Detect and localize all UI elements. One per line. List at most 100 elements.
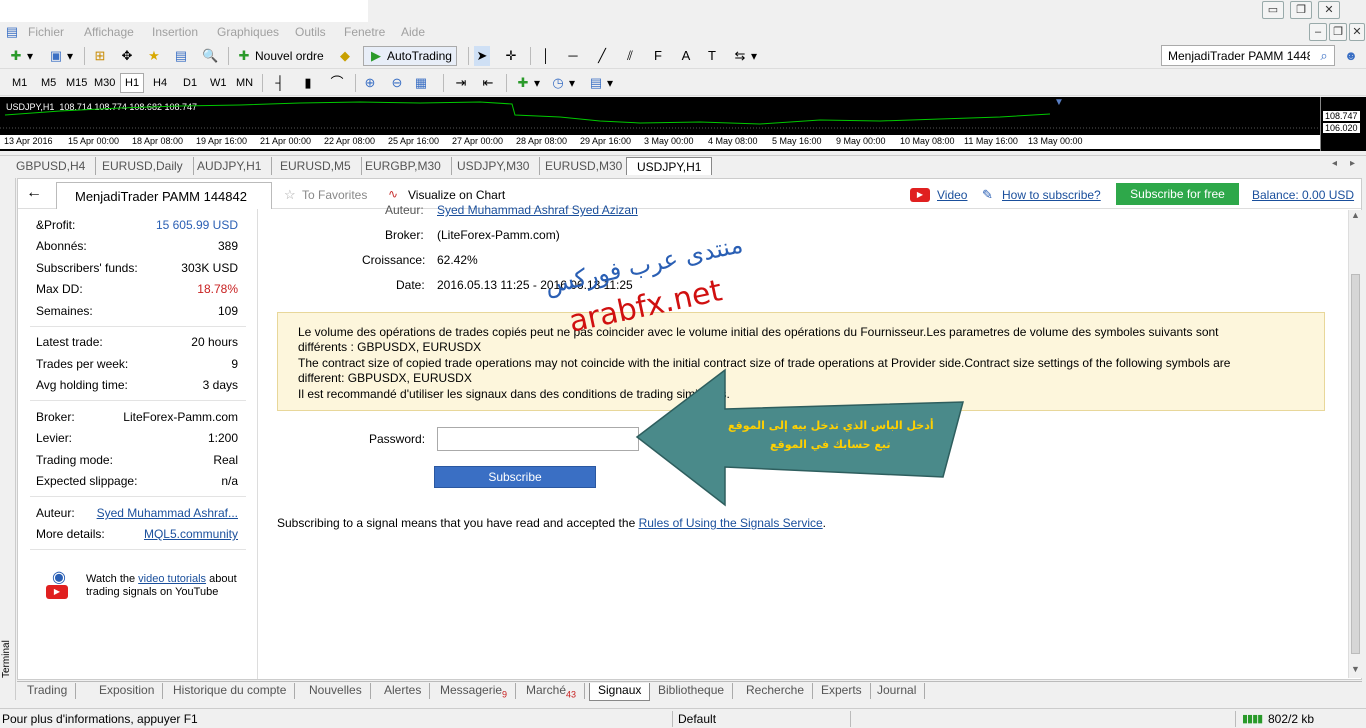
star-icon[interactable]: ☆ (284, 187, 296, 203)
chart-tab[interactable]: AUDJPY,H1 (187, 157, 273, 175)
search-icon[interactable]: ⌕ (1316, 48, 1332, 64)
menu-graphiques[interactable]: Graphiques (217, 25, 279, 39)
scroll-down-icon[interactable]: ▼ (1351, 664, 1360, 674)
indicators-icon[interactable]: ✚ ▾ (515, 73, 540, 93)
autotrading-button[interactable]: ▶ AutoTrading (363, 46, 457, 66)
tab-journal[interactable]: Journal (869, 683, 926, 699)
video-link[interactable]: Video (937, 188, 967, 202)
fibonacci-icon[interactable]: F (650, 46, 666, 66)
password-field[interactable] (437, 427, 639, 451)
mdi-minimize-icon[interactable]: – (1309, 23, 1327, 41)
horizontal-line-icon[interactable]: ─ (565, 46, 581, 66)
mdi-restore-icon[interactable]: ❐ (1329, 23, 1347, 41)
tf-d1[interactable]: D1 (183, 73, 197, 93)
label-icon[interactable]: T (704, 46, 720, 66)
crosshair-icon[interactable]: ✛ (503, 46, 519, 66)
tab-exposition[interactable]: Exposition (91, 683, 164, 699)
vertical-line-icon[interactable]: │ (538, 46, 554, 66)
new-order-button[interactable]: ✚ Nouvel ordre (236, 46, 324, 66)
search-box[interactable]: MenjadiTrader PAMM 1448 ⌕ (1161, 45, 1335, 66)
mql5-link[interactable]: MQL5.community (144, 527, 238, 541)
periods-icon[interactable]: ◷ ▾ (550, 73, 575, 93)
tf-h4[interactable]: H4 (153, 73, 167, 93)
back-arrow-icon[interactable]: ← (26, 184, 42, 202)
subscribe-free-button[interactable]: Subscribe for free (1116, 183, 1239, 205)
channel-icon[interactable]: ⫽ (622, 46, 638, 66)
menu-fenetre[interactable]: Fenetre (344, 25, 385, 39)
balance-link[interactable]: Balance: 0.00 USD (1252, 188, 1354, 202)
trendline-icon[interactable]: ╱ (594, 46, 610, 66)
tab-library[interactable]: Bibliotheque (650, 683, 734, 699)
signal-tab[interactable]: MenjadiTrader PAMM 144842 (56, 182, 272, 209)
mdi-close-icon[interactable]: ✕ (1349, 23, 1365, 41)
chart-tab-active[interactable]: USDJPY,H1 (626, 157, 713, 175)
video-tutorials-link[interactable]: video tutorials (138, 573, 206, 585)
shapes-icon[interactable]: ⇆ ▾ (732, 46, 757, 66)
menu-aide[interactable]: Aide (401, 25, 425, 39)
tab-news[interactable]: Nouvelles (301, 683, 371, 699)
chart-tab[interactable]: EURGBP,M30 (355, 157, 452, 175)
navigator-icon[interactable]: ★ (146, 46, 162, 66)
restore-icon[interactable]: ❐ (1290, 1, 1312, 19)
favorites-link[interactable]: To Favorites (302, 188, 367, 202)
tf-w1[interactable]: W1 (210, 73, 227, 93)
tab-scroll-right-icon[interactable]: ▸ (1350, 158, 1355, 169)
menu-outils[interactable]: Outils (295, 25, 326, 39)
tab-search[interactable]: Recherche (738, 683, 814, 699)
how-subscribe-link[interactable]: How to subscribe? (1002, 188, 1101, 202)
menu-affichage[interactable]: Affichage (84, 25, 134, 39)
tab-signals[interactable]: Signaux (589, 683, 651, 701)
connection-icon[interactable]: ▮▮▮▮ (1242, 712, 1263, 725)
price-chart[interactable]: USDJPY,H1 108.714 108.774 108.682 108.74… (0, 97, 1366, 151)
tab-experts[interactable]: Experts (813, 683, 871, 699)
author-link[interactable]: Syed Muhammad Ashraf... (97, 506, 238, 520)
vertical-scrollbar[interactable]: ▲ ▼ (1348, 210, 1362, 678)
subscribe-button[interactable]: Subscribe (434, 466, 596, 488)
cursor-icon[interactable]: ➤ (474, 46, 490, 66)
chart-tab[interactable]: USDJPY,M30 (447, 157, 541, 175)
tab-scroll-left-icon[interactable]: ◂ (1332, 158, 1337, 169)
market-watch-icon[interactable]: ⊞ (92, 46, 108, 66)
tf-mn[interactable]: MN (236, 73, 253, 93)
data-window-icon[interactable]: ✥ (119, 46, 135, 66)
tf-h1[interactable]: H1 (120, 73, 145, 93)
auto-scroll-icon[interactable]: ⇥ (453, 73, 469, 93)
menu-insertion[interactable]: Insertion (152, 25, 198, 39)
tf-m30[interactable]: M30 (94, 73, 115, 93)
templates-icon[interactable]: ▤ ▾ (588, 73, 613, 93)
menu-fichier[interactable]: Fichier (28, 25, 64, 39)
user-icon[interactable]: ☻ (1343, 48, 1359, 64)
close-icon[interactable]: ✕ (1318, 1, 1340, 19)
text-icon[interactable]: A (678, 46, 694, 66)
zoom-out-icon[interactable]: ⊖ (389, 73, 405, 93)
chart-tab[interactable]: GBPUSD,H4 (6, 157, 97, 175)
line-chart-icon[interactable]: ⌒ (329, 73, 345, 93)
tf-m5[interactable]: M5 (41, 73, 56, 93)
author-detail-link[interactable]: Syed Muhammad Ashraf Syed Azizan (437, 203, 638, 217)
chart-tab[interactable]: EURUSD,M5 (270, 157, 362, 175)
search-input[interactable]: MenjadiTrader PAMM 1448 (1168, 49, 1310, 63)
metaeditor-icon[interactable]: ◆ (337, 46, 353, 66)
rules-link[interactable]: Rules of Using the Signals Service (639, 516, 823, 530)
new-chart-icon[interactable]: ✚ ▾ (8, 46, 33, 66)
profiles-icon[interactable]: ▣ ▾ (48, 46, 73, 66)
candle-chart-icon[interactable]: ▮ (300, 73, 316, 93)
tab-history[interactable]: Historique du compte (165, 683, 296, 699)
chart-shift-marker-icon[interactable]: ▼ (1054, 97, 1064, 108)
tab-alerts[interactable]: Alertes (376, 683, 431, 699)
tile-windows-icon[interactable]: ▦ (413, 73, 429, 93)
chart-shift-icon[interactable]: ⇤ (480, 73, 496, 93)
scroll-thumb[interactable] (1351, 274, 1360, 654)
visualize-link[interactable]: Visualize on Chart (408, 188, 505, 202)
scroll-up-icon[interactable]: ▲ (1351, 210, 1360, 220)
tf-m15[interactable]: M15 (66, 73, 87, 93)
tab-market[interactable]: Marché43 (518, 683, 586, 699)
zoom-in-icon[interactable]: ⊕ (362, 73, 378, 93)
minimize-icon[interactable]: ▭ (1262, 1, 1284, 19)
bar-chart-icon[interactable]: ┤ (272, 73, 288, 93)
tf-m1[interactable]: M1 (12, 73, 27, 93)
terminal-icon[interactable]: ▤ (173, 46, 189, 66)
tab-mailbox[interactable]: Messagerie9 (432, 683, 517, 699)
chart-tab[interactable]: EURUSD,M30 (535, 157, 634, 175)
tab-trading[interactable]: Trading (19, 683, 77, 699)
